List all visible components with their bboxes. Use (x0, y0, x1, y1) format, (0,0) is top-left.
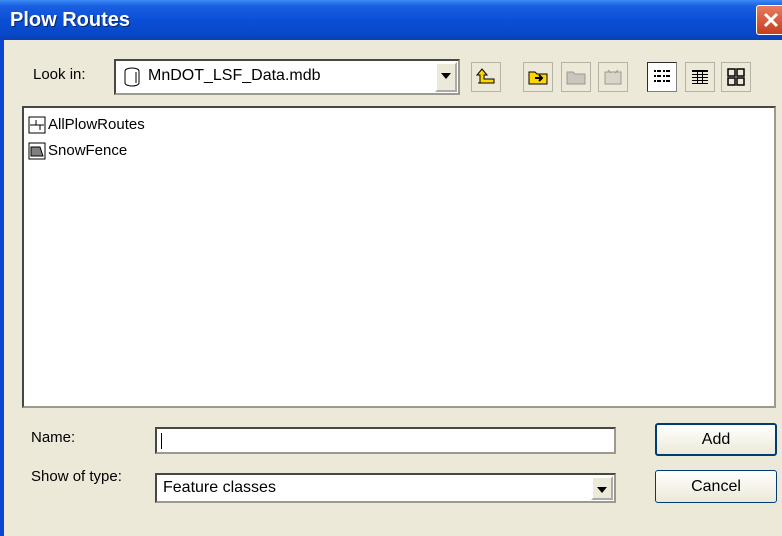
catalog-options-icon (604, 69, 622, 85)
thumbnails-view-icon (727, 68, 745, 86)
look-in-value: MnDOT_LSF_Data.mdb (148, 67, 321, 84)
polygon-feature-class-icon (28, 142, 46, 160)
disconnect-folder-button[interactable] (561, 62, 591, 92)
catalog-options-button[interactable] (598, 62, 628, 92)
name-input[interactable] (155, 427, 616, 454)
add-button[interactable]: Add (655, 423, 777, 456)
title-bar: Plow Routes (0, 0, 782, 40)
window-border (0, 40, 4, 536)
look-in-dropdown-arrow[interactable] (435, 62, 457, 92)
list-item[interactable]: SnowFence (28, 140, 127, 162)
cancel-button[interactable]: Cancel (655, 470, 777, 503)
show-of-type-dropdown-arrow[interactable] (591, 476, 613, 500)
file-label: SnowFence (48, 142, 128, 159)
name-label: Name: (31, 429, 76, 446)
show-of-type-combo[interactable]: Feature classes (155, 473, 616, 503)
list-view-icon (654, 70, 670, 82)
line-feature-class-icon (28, 116, 46, 134)
details-view-icon (692, 70, 708, 84)
disconnect-folder-icon (566, 71, 586, 85)
close-button[interactable] (756, 5, 782, 35)
list-view-button[interactable] (647, 62, 677, 92)
dialog-title: Plow Routes (10, 9, 131, 31)
list-item[interactable]: AllPlowRoutes (28, 114, 145, 136)
look-in-combo[interactable]: MnDOT_LSF_Data.mdb (114, 59, 460, 95)
details-view-button[interactable] (685, 62, 715, 92)
close-icon (763, 12, 779, 28)
show-of-type-label: Show of type: (31, 468, 122, 485)
connect-folder-icon (528, 71, 548, 85)
connect-folder-button[interactable] (523, 62, 553, 92)
up-one-level-icon (476, 68, 495, 84)
show-of-type-value: Feature classes (163, 479, 276, 496)
look-in-label: Look in: (33, 66, 86, 83)
thumbnails-view-button[interactable] (721, 62, 751, 92)
file-list[interactable]: AllPlowRoutes SnowFence (22, 106, 776, 408)
up-one-level-button[interactable] (471, 62, 501, 92)
file-label: AllPlowRoutes (48, 116, 145, 133)
text-caret (161, 433, 162, 449)
plow-routes-dialog: Plow Routes Look in: MnDOT_LSF_Data.mdb (0, 0, 782, 536)
database-icon (124, 67, 140, 87)
